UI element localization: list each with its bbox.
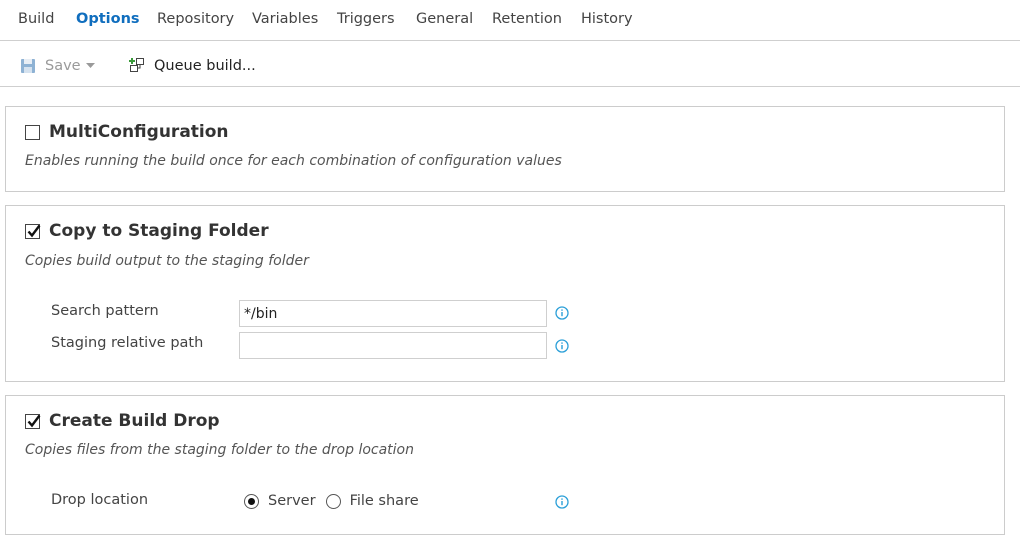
build-drop-description: Copies files from the staging folder to … <box>25 442 414 458</box>
multiconfiguration-checkbox[interactable] <box>25 124 40 140</box>
build-drop-checkbox[interactable] <box>25 413 41 429</box>
staging-folder-section: Copy to Staging Folder Copies build outp… <box>5 205 1005 382</box>
drop-location-label: Drop location <box>51 492 149 508</box>
staging-title-row: Copy to Staging Folder <box>25 221 269 241</box>
search-pattern-input[interactable] <box>239 300 547 327</box>
file-share-radio-label: File share <box>349 493 419 509</box>
staging-description: Copies build output to the staging folde… <box>25 253 309 269</box>
server-radio-label: Server <box>268 493 316 509</box>
staging-relative-path-input[interactable] <box>239 332 547 359</box>
checkmark-icon <box>27 224 41 237</box>
info-icon[interactable] <box>555 339 569 353</box>
floppy-disk-icon <box>20 58 36 74</box>
staging-checkbox[interactable] <box>25 223 41 239</box>
build-drop-section: Create Build Drop Copies files from the … <box>5 395 1005 535</box>
build-drop-title-row: Create Build Drop <box>25 411 220 431</box>
tab-retention[interactable]: Retention <box>492 11 562 27</box>
multiconfiguration-title-row: MultiConfiguration <box>25 122 229 142</box>
server-radio[interactable] <box>244 493 259 509</box>
drop-option-server[interactable]: Server <box>244 493 316 509</box>
checkmark-icon <box>27 414 41 427</box>
tab-options[interactable]: Options <box>76 11 140 27</box>
info-icon[interactable] <box>555 495 569 509</box>
save-label: Save <box>45 58 81 74</box>
staging-title: Copy to Staging Folder <box>49 221 269 241</box>
multiconfiguration-title: MultiConfiguration <box>49 122 229 142</box>
file-share-radio[interactable] <box>325 493 341 509</box>
tab-build[interactable]: Build <box>18 11 54 27</box>
tab-repository[interactable]: Repository <box>157 11 234 27</box>
queue-build-icon <box>128 57 146 75</box>
tab-bar: Build Options Repository Variables Trigg… <box>0 0 1020 41</box>
tab-variables[interactable]: Variables <box>252 11 318 27</box>
tab-history[interactable]: History <box>581 11 633 27</box>
toolbar: Save Queue build... <box>0 41 1020 87</box>
drop-location-radio-group: Server File share <box>244 493 429 509</box>
multiconfiguration-description: Enables running the build once for each … <box>25 153 562 169</box>
build-drop-title: Create Build Drop <box>49 411 220 431</box>
queue-build-button[interactable]: Queue build... <box>128 55 256 77</box>
tab-triggers[interactable]: Triggers <box>337 11 395 27</box>
multiconfiguration-section: MultiConfiguration Enables running the b… <box>5 106 1005 192</box>
info-icon[interactable] <box>555 306 569 320</box>
staging-relative-path-label: Staging relative path <box>51 335 204 351</box>
drop-option-file-share[interactable]: File share <box>325 493 419 509</box>
tab-general[interactable]: General <box>416 11 473 27</box>
search-pattern-label: Search pattern <box>51 303 159 319</box>
queue-build-label: Queue build... <box>154 58 256 74</box>
chevron-down-icon[interactable] <box>85 63 95 69</box>
save-button[interactable]: Save <box>20 55 95 77</box>
